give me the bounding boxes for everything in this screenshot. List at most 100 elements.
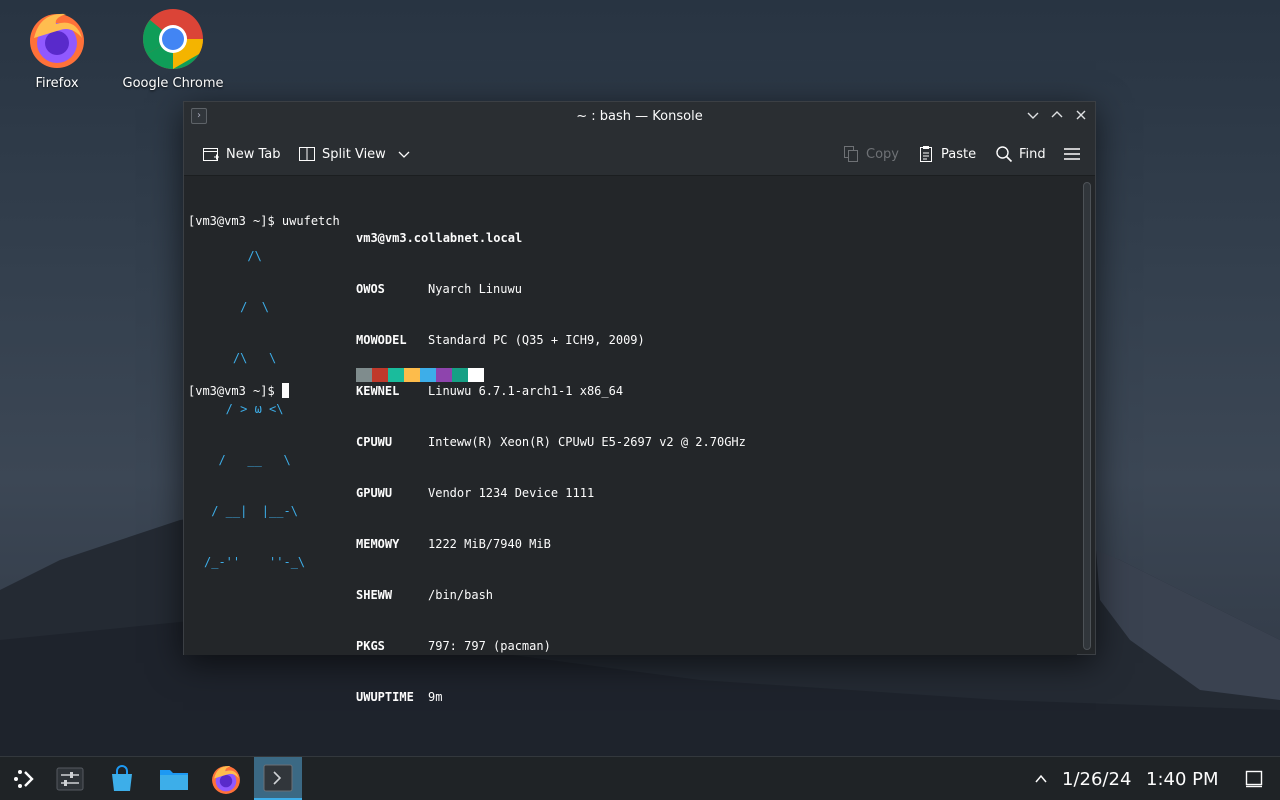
system-tray-expander[interactable] [1034, 771, 1048, 790]
folder-icon [160, 770, 188, 790]
info-row: PKGS 797: 797 (pacman) [356, 638, 746, 655]
info-key: SHEWW [356, 588, 393, 602]
copy-icon [844, 146, 858, 162]
info-row: MOWODEL Standard PC (Q35 + ICH9, 2009) [356, 332, 746, 349]
info-value: /bin/bash [428, 588, 494, 602]
ascii-logo-line: /\ [204, 249, 262, 263]
info-key: UWUPTIME [356, 690, 414, 704]
hostname: vm3@vm3.collabnet.local [356, 231, 523, 245]
chevron-down-icon [398, 151, 410, 158]
show-desktop-button[interactable] [1245, 770, 1263, 792]
paste-label: Paste [941, 146, 977, 162]
search-icon [996, 146, 1013, 163]
color-swatch [436, 368, 452, 382]
chrome-icon [142, 8, 204, 70]
ascii-logo-line: / __ \ [204, 453, 291, 467]
info-value: Linuwu 6.7.1-arch1-1 x86_64 [428, 384, 624, 398]
new-tab-button[interactable]: New Tab [202, 143, 281, 165]
info-value: Vendor 1234 Device 1111 [428, 486, 595, 500]
konsole-toolbar: New Tab Split View Copy Paste Find [184, 132, 1095, 176]
info-row: MEMOWY 1222 MiB/7940 MiB [356, 536, 746, 553]
color-swatch [388, 368, 404, 382]
terminal-scrollbar[interactable] [1083, 182, 1091, 650]
split-view-icon [299, 147, 315, 161]
close-icon [1076, 110, 1086, 120]
info-key: PKGS [356, 639, 385, 653]
new-tab-icon [203, 148, 219, 161]
info-row: UWUPTIME 9m [356, 689, 746, 706]
desktop-icon-label: Firefox [35, 76, 79, 91]
chevron-down-icon [1027, 112, 1039, 119]
paste-button[interactable]: Paste [917, 143, 976, 165]
info-value: 1222 MiB/7940 MiB [428, 537, 551, 551]
info-row: SHEWW/bin/bash [356, 587, 746, 604]
info-key: GPUWU [356, 486, 393, 500]
color-swatch [372, 368, 388, 382]
info-row: OWOS Nyarch Linuwu [356, 281, 746, 298]
firefox-icon [212, 766, 240, 794]
firefox-icon [26, 8, 88, 70]
terminal-output[interactable]: [vm3@vm3 ~]$ uwufetch /\ / \ /\ \ / > ω … [184, 177, 1077, 704]
paste-icon [920, 146, 932, 162]
color-swatch [452, 368, 468, 382]
launcher-icon [14, 770, 34, 788]
shopping-bag-icon [112, 765, 132, 791]
info-value: Inteww(R) Xeon(R) CPUwU E5-2697 v2 @ 2.7… [428, 435, 746, 449]
info-value: Nyarch Linuwu [428, 282, 522, 296]
ascii-logo-line: / \ [204, 300, 270, 314]
system-info: vm3@vm3.collabnet.local OWOS Nyarch Linuw… [356, 196, 746, 740]
color-swatch [356, 368, 372, 382]
clock-date[interactable]: 1/26/24 [1062, 769, 1131, 790]
color-swatch [420, 368, 436, 382]
taskbar: 1/26/24 1:40 PM [0, 756, 1280, 800]
split-view-button[interactable]: Split View [298, 143, 410, 165]
desktop-icon-label: Google Chrome [122, 76, 224, 91]
text-cursor [281, 383, 289, 398]
show-desktop-icon [1245, 770, 1263, 788]
info-row: KEWNEL Linuwu 6.7.1-arch1-1 x86_64 [356, 383, 746, 400]
terminal-icon [263, 764, 293, 791]
info-row: GPUWU Vendor 1234 Device 1111 [356, 485, 746, 502]
info-key: MEMOWY [356, 537, 400, 551]
info-row: CPUWU Inteww(R) Xeon(R) CPUwU E5-2697 v2 … [356, 434, 746, 451]
close-button[interactable] [1072, 108, 1090, 126]
split-view-label: Split View [322, 146, 386, 162]
taskbar-firefox[interactable] [202, 757, 250, 800]
settings-sliders-icon [56, 767, 84, 791]
find-button[interactable]: Find [995, 143, 1046, 165]
info-value: Standard PC (Q35 + ICH9, 2009) [428, 333, 645, 347]
clock-time[interactable]: 1:40 PM [1146, 769, 1219, 790]
window-titlebar[interactable]: › ~ : bash — Konsole [184, 102, 1095, 132]
window-title: ~ : bash — Konsole [576, 109, 703, 124]
color-swatch [404, 368, 420, 382]
minimize-button[interactable] [1024, 108, 1042, 126]
hamburger-menu-button[interactable] [1063, 143, 1081, 165]
desktop-icon-chrome[interactable]: Google Chrome [118, 8, 228, 91]
find-label: Find [1019, 146, 1046, 162]
desktop-icon-firefox[interactable]: Firefox [2, 8, 112, 91]
ascii-logo-line: / > ω <\ [204, 402, 284, 416]
taskbar-discover-store[interactable] [98, 757, 146, 800]
application-launcher-button[interactable] [0, 757, 48, 800]
ascii-logo-line: /_-'' ''-_\ [204, 555, 306, 569]
konsole-window: › ~ : bash — Konsole New Tab Split View … [183, 101, 1096, 704]
info-value: 9m [428, 690, 443, 704]
color-swatch [468, 368, 484, 382]
color-palette [356, 368, 484, 382]
hamburger-menu-icon [1064, 148, 1080, 160]
taskbar-file-manager[interactable] [150, 757, 198, 800]
info-key: CPUWU [356, 435, 393, 449]
ascii-logo-line: /\ \ [204, 351, 277, 365]
chevron-up-icon [1051, 111, 1063, 118]
taskbar-system-settings[interactable] [46, 757, 94, 800]
info-key: MOWODEL [356, 333, 407, 347]
copy-label: Copy [866, 146, 899, 162]
maximize-button[interactable] [1048, 108, 1066, 126]
ascii-logo: /\ / \ /\ \ / > ω <\ / __ \ / __| |__-\ … [204, 214, 305, 605]
info-value: 797: 797 (pacman) [428, 639, 551, 653]
new-tab-label: New Tab [226, 146, 281, 162]
terminal-prompt-line: [vm3@vm3 ~]$ [188, 383, 289, 400]
info-key: OWOS [356, 282, 385, 296]
taskbar-konsole[interactable] [254, 757, 302, 800]
copy-button[interactable]: Copy [842, 143, 899, 165]
